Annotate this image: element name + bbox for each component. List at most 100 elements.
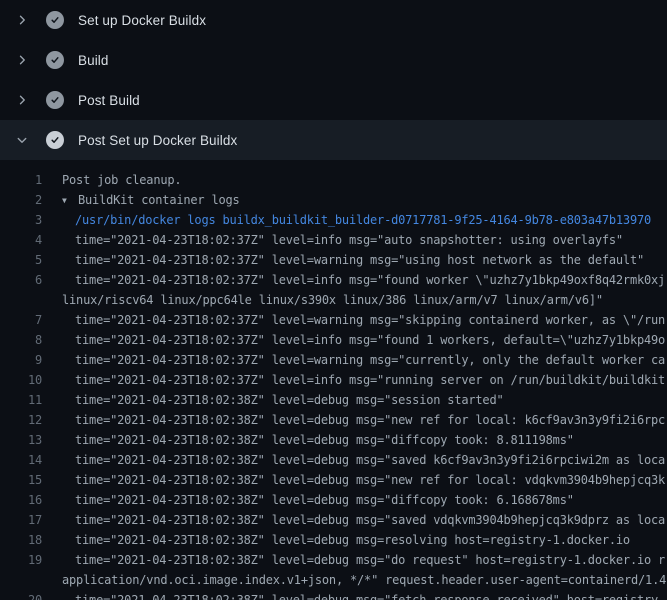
log-text-content: time="2021-04-23T18:02:37Z" level=info m… — [75, 333, 665, 347]
log-text: time="2021-04-23T18:02:37Z" level=warnin… — [62, 250, 644, 270]
log-text: time="2021-04-23T18:02:38Z" level=debug … — [62, 470, 665, 490]
log-text: time="2021-04-23T18:02:38Z" level=debug … — [62, 510, 665, 530]
check-circle-icon — [46, 51, 64, 69]
step-row-set-up-docker-buildx[interactable]: Set up Docker Buildx — [0, 0, 667, 40]
log-line: 9 time="2021-04-23T18:02:37Z" level=warni… — [0, 350, 667, 370]
log-text-content: time="2021-04-23T18:02:38Z" level=debug … — [75, 453, 665, 467]
log-text: Post job cleanup. — [62, 170, 181, 190]
log-line: 6 time="2021-04-23T18:02:37Z" level=info … — [0, 270, 667, 290]
log-text: time="2021-04-23T18:02:38Z" level=debug … — [62, 410, 665, 430]
log-text: time="2021-04-23T18:02:37Z" level=info m… — [62, 270, 665, 290]
log-text: linux/riscv64 linux/ppc64le linux/s390x … — [62, 290, 603, 310]
check-circle-icon — [46, 91, 64, 109]
line-number[interactable]: 17 — [0, 510, 42, 530]
log-text: time="2021-04-23T18:02:37Z" level=warnin… — [62, 310, 665, 330]
line-number[interactable]: 1 — [0, 170, 42, 190]
log-text: ▼BuildKit container logs — [62, 190, 240, 210]
step-row-post-build[interactable]: Post Build — [0, 80, 667, 120]
log-text-content: time="2021-04-23T18:02:38Z" level=debug … — [75, 513, 665, 527]
line-number[interactable]: 15 — [0, 470, 42, 490]
log-line: 3/usr/bin/docker logs buildx_buildkit_bu… — [0, 210, 667, 230]
log-text-content: time="2021-04-23T18:02:38Z" level=debug … — [75, 413, 665, 427]
log-text: time="2021-04-23T18:02:38Z" level=debug … — [62, 390, 504, 410]
log-text-content: linux/riscv64 linux/ppc64le linux/s390x … — [62, 293, 603, 307]
line-number[interactable]: 3 — [0, 210, 42, 230]
log-line-wrap: linux/riscv64 linux/ppc64le linux/s390x … — [0, 290, 667, 310]
chevron-down-icon[interactable] — [14, 132, 30, 148]
log-text-content: time="2021-04-23T18:02:38Z" level=debug … — [75, 553, 665, 567]
line-number[interactable]: 11 — [0, 390, 42, 410]
log-text: time="2021-04-23T18:02:38Z" level=debug … — [62, 550, 665, 570]
check-circle-icon — [46, 11, 64, 29]
line-number[interactable]: 7 — [0, 310, 42, 330]
log-text-content: /usr/bin/docker logs buildx_buildkit_bui… — [75, 213, 651, 227]
actions-log-viewer: Set up Docker Buildx Build Post Build Post … — [0, 0, 667, 600]
line-number[interactable]: 12 — [0, 410, 42, 430]
log-line: 12 time="2021-04-23T18:02:38Z" level=debu… — [0, 410, 667, 430]
log-text-content: time="2021-04-23T18:02:37Z" level=info m… — [75, 273, 665, 287]
log-line: 18 time="2021-04-23T18:02:38Z" level=debu… — [0, 530, 667, 550]
chevron-right-icon[interactable] — [14, 52, 30, 68]
log-text-content: time="2021-04-23T18:02:37Z" level=warnin… — [75, 353, 665, 367]
log-text-content: Post job cleanup. — [62, 173, 181, 187]
line-number[interactable]: 18 — [0, 530, 42, 550]
step-list: Set up Docker Buildx Build Post Build Post … — [0, 0, 667, 160]
log-text-content: time="2021-04-23T18:02:37Z" level=warnin… — [75, 313, 665, 327]
log-line: 7 time="2021-04-23T18:02:37Z" level=warni… — [0, 310, 667, 330]
log-text: time="2021-04-23T18:02:38Z" level=debug … — [62, 450, 665, 470]
step-label: Build — [78, 53, 109, 68]
log-text: time="2021-04-23T18:02:38Z" level=debug … — [62, 490, 574, 510]
log-line: 17 time="2021-04-23T18:02:38Z" level=debu… — [0, 510, 667, 530]
chevron-right-icon[interactable] — [14, 12, 30, 28]
step-label: Post Build — [78, 93, 140, 108]
log-line: 11 time="2021-04-23T18:02:38Z" level=debu… — [0, 390, 667, 410]
log-line: 13 time="2021-04-23T18:02:38Z" level=debu… — [0, 430, 667, 450]
line-number[interactable]: 10 — [0, 370, 42, 390]
log-text: /usr/bin/docker logs buildx_buildkit_bui… — [62, 210, 651, 230]
log-text-content: time="2021-04-23T18:02:37Z" level=warnin… — [75, 253, 644, 267]
check-circle-icon — [46, 131, 64, 149]
log-text-content: time="2021-04-23T18:02:38Z" level=debug … — [75, 473, 665, 487]
line-number[interactable]: 16 — [0, 490, 42, 510]
step-label: Post Set up Docker Buildx — [78, 133, 237, 148]
chevron-right-icon[interactable] — [14, 92, 30, 108]
log-text: time="2021-04-23T18:02:38Z" level=debug … — [62, 430, 574, 450]
line-number[interactable]: 2 — [0, 190, 42, 210]
step-row-build[interactable]: Build — [0, 40, 667, 80]
step-label: Set up Docker Buildx — [78, 13, 206, 28]
log-line: 16 time="2021-04-23T18:02:38Z" level=debu… — [0, 490, 667, 510]
line-number[interactable]: 14 — [0, 450, 42, 470]
line-number[interactable]: 9 — [0, 350, 42, 370]
log-line: 1 Post job cleanup. — [0, 170, 667, 190]
log-line: 15 time="2021-04-23T18:02:38Z" level=debu… — [0, 470, 667, 490]
line-number[interactable]: 4 — [0, 230, 42, 250]
log-line: 5 time="2021-04-23T18:02:37Z" level=warni… — [0, 250, 667, 270]
log-text: time="2021-04-23T18:02:37Z" level=info m… — [62, 330, 665, 350]
line-number[interactable]: 8 — [0, 330, 42, 350]
log-text: time="2021-04-23T18:02:37Z" level=warnin… — [62, 350, 665, 370]
line-number[interactable]: 19 — [0, 550, 42, 570]
log-text-content: time="2021-04-23T18:02:38Z" level=debug … — [75, 533, 630, 547]
log-line: 4time="2021-04-23T18:02:37Z" level=info … — [0, 230, 667, 250]
log-text-content: time="2021-04-23T18:02:38Z" level=debug … — [75, 493, 574, 507]
log-text: application/vnd.oci.image.index.v1+json,… — [62, 570, 666, 590]
log-line: 8 time="2021-04-23T18:02:37Z" level=info … — [0, 330, 667, 350]
line-number[interactable]: 5 — [0, 250, 42, 270]
log-line: 14 time="2021-04-23T18:02:38Z" level=debu… — [0, 450, 667, 470]
line-number[interactable] — [0, 570, 42, 590]
line-number[interactable] — [0, 290, 42, 310]
line-number[interactable]: 20 — [0, 590, 42, 600]
log-line: 10 time="2021-04-23T18:02:37Z" level=info… — [0, 370, 667, 390]
log-area: 1 Post job cleanup. 2 ▼BuildKit container l… — [0, 160, 667, 600]
group-collapse-triangle-icon[interactable]: ▼ — [62, 191, 78, 210]
log-line-wrap: application/vnd.oci.image.index.v1+json,… — [0, 570, 667, 590]
log-line: 2 ▼BuildKit container logs — [0, 190, 667, 210]
log-text: time="2021-04-23T18:02:37Z" level=info m… — [62, 370, 665, 390]
log-text-content: time="2021-04-23T18:02:38Z" level=debug … — [75, 393, 504, 407]
log-text-content: BuildKit container logs — [78, 193, 240, 207]
line-number[interactable]: 6 — [0, 270, 42, 290]
log-text-content: time="2021-04-23T18:02:37Z" level=info m… — [75, 373, 665, 387]
log-text-content: time="2021-04-23T18:02:38Z" level=debug … — [75, 593, 665, 600]
step-row-post-set-up-docker-buildx[interactable]: Post Set up Docker Buildx — [0, 120, 667, 160]
line-number[interactable]: 13 — [0, 430, 42, 450]
